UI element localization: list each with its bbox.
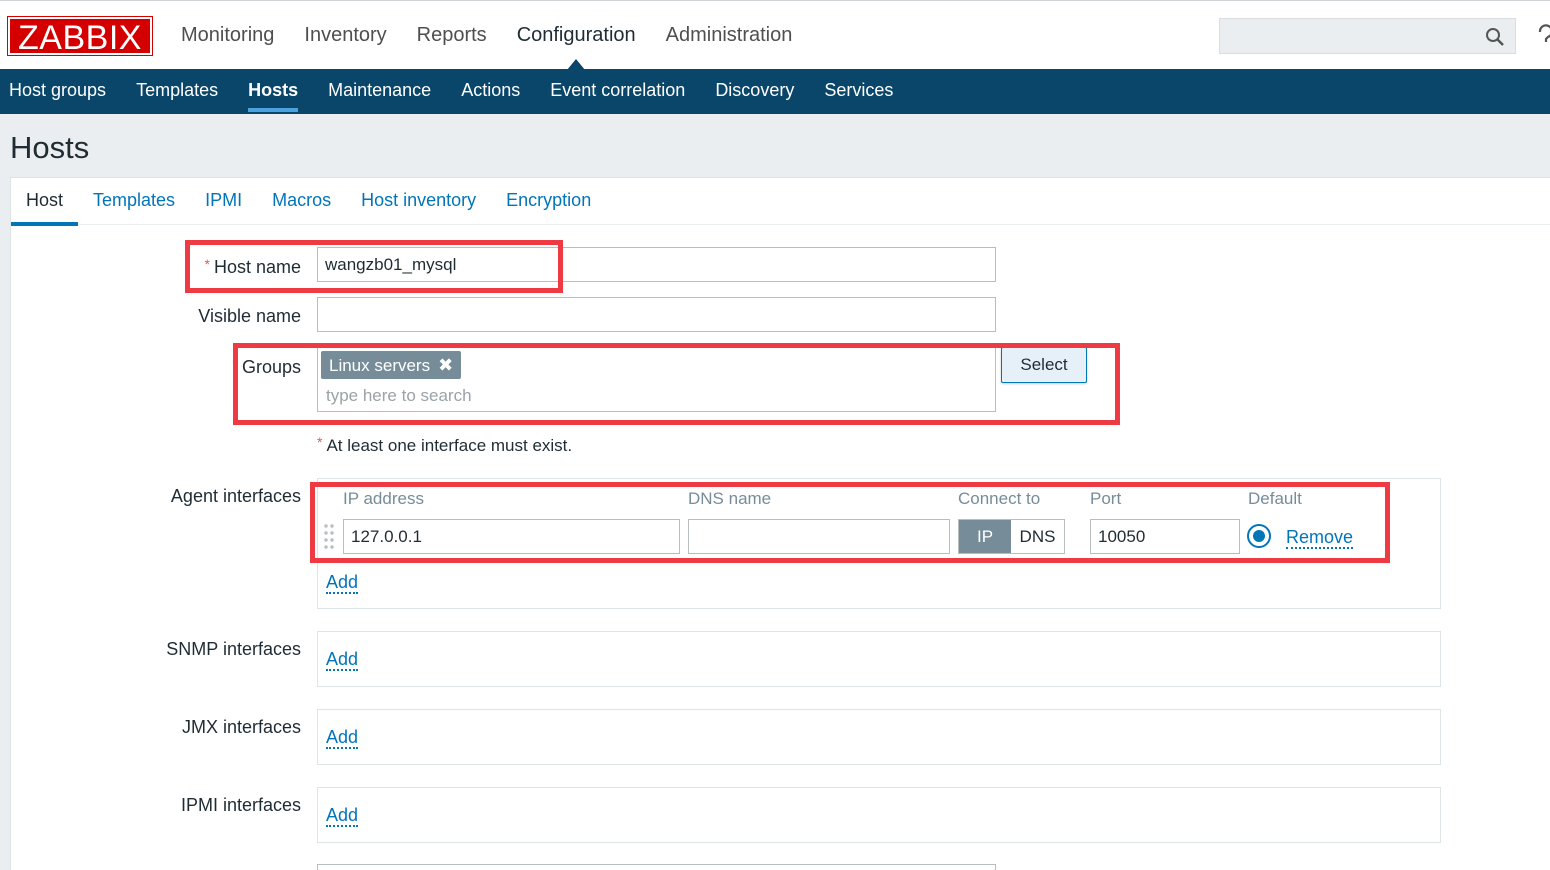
visible-name-label: Visible name — [198, 306, 301, 326]
sub-menu-hosts[interactable]: Hosts — [233, 69, 313, 114]
main-menu-monitoring[interactable]: Monitoring — [166, 1, 289, 70]
sub-menu-discovery[interactable]: Discovery — [700, 69, 809, 114]
search-icon[interactable] — [1485, 27, 1505, 47]
col-ip-address: IP address — [343, 489, 424, 508]
agent-interfaces-box: IP address DNS name Connect to Port Defa… — [317, 478, 1441, 609]
jmx-interfaces-box: Add — [317, 709, 1441, 765]
groups-label: * Groups — [232, 356, 301, 377]
connect-to-toggle: IP DNS — [958, 519, 1065, 554]
connect-dns-option[interactable]: DNS — [1011, 520, 1064, 553]
required-mark: * — [232, 356, 238, 372]
sub-menu-templates[interactable]: Templates — [121, 69, 233, 114]
visible-name-input[interactable] — [317, 297, 996, 332]
sub-menu: Host groups Templates Hosts Maintenance … — [0, 69, 1550, 114]
port-input[interactable] — [1090, 519, 1240, 554]
host-form: Host Templates IPMI Macros Host inventor… — [10, 177, 1550, 870]
tab-encryption[interactable]: Encryption — [491, 178, 606, 225]
main-menu-reports[interactable]: Reports — [402, 1, 502, 70]
sub-menu-actions[interactable]: Actions — [446, 69, 535, 114]
tab-macros[interactable]: Macros — [257, 178, 346, 225]
add-snmp-interface-link[interactable]: Add — [326, 649, 359, 671]
required-mark: * — [204, 256, 210, 272]
zabbix-logo[interactable]: ZABBIX — [7, 16, 153, 57]
col-port: Port — [1090, 489, 1122, 508]
host-name-input[interactable] — [317, 247, 996, 282]
sub-menu-services[interactable]: Services — [809, 69, 908, 114]
main-menu-configuration[interactable]: Configuration — [502, 1, 651, 70]
interface-hint: * At least one interface must exist. — [317, 434, 573, 455]
sub-menu-event-correlation[interactable]: Event correlation — [535, 69, 700, 114]
jmx-interfaces-label: JMX interfaces — [181, 717, 301, 737]
top-header: ZABBIX Monitoring Inventory Reports Conf… — [0, 0, 1550, 70]
main-menu-administration[interactable]: Administration — [651, 1, 808, 70]
ipmi-interfaces-box: Add — [317, 787, 1441, 843]
main-menu-inventory[interactable]: Inventory — [289, 1, 401, 70]
col-dns-name: DNS name — [688, 489, 772, 508]
groups-search-input[interactable] — [318, 382, 988, 410]
connect-ip-option[interactable]: IP — [959, 520, 1011, 553]
tab-templates[interactable]: Templates — [78, 178, 190, 225]
tab-ipmi[interactable]: IPMI — [190, 178, 257, 225]
global-search — [1219, 18, 1516, 54]
ip-address-input[interactable] — [343, 519, 680, 554]
add-agent-interface-link[interactable]: Add — [326, 572, 359, 594]
add-ipmi-interface-link[interactable]: Add — [326, 805, 359, 827]
chip-remove-icon[interactable]: ✖ — [438, 355, 453, 375]
tab-host-inventory[interactable]: Host inventory — [346, 178, 491, 225]
groups-multiselect[interactable]: Linux servers ✖ — [317, 347, 996, 412]
tab-host[interactable]: Host — [11, 178, 79, 226]
snmp-interfaces-box: Add — [317, 631, 1441, 687]
ipmi-interfaces-label: IPMI interfaces — [180, 795, 301, 815]
col-default: Default — [1248, 489, 1302, 508]
add-jmx-interface-link[interactable]: Add — [326, 727, 359, 749]
agent-interfaces-label: Agent interfaces — [170, 486, 301, 506]
default-radio[interactable] — [1247, 524, 1271, 548]
group-chip: Linux servers ✖ — [321, 351, 462, 379]
form-tabs: Host Templates IPMI Macros Host inventor… — [11, 178, 1550, 226]
snmp-interfaces-label: SNMP interfaces — [166, 639, 301, 659]
search-input[interactable] — [1220, 19, 1480, 53]
col-connect-to: Connect to — [958, 489, 1041, 508]
sub-menu-host-groups[interactable]: Host groups — [0, 69, 121, 114]
remove-interface-link[interactable]: Remove — [1286, 527, 1354, 549]
main-menu: Monitoring Inventory Reports Configurati… — [166, 1, 807, 70]
drag-handle-icon[interactable] — [323, 523, 335, 553]
help-icon[interactable] — [1536, 23, 1550, 47]
sub-menu-maintenance[interactable]: Maintenance — [313, 69, 446, 114]
dns-name-input[interactable] — [688, 519, 950, 554]
host-name-label: * Host name — [204, 256, 302, 277]
page-title: Hosts — [10, 130, 90, 165]
groups-select-button[interactable]: Select — [1001, 347, 1087, 383]
next-field-input[interactable] — [317, 864, 996, 870]
